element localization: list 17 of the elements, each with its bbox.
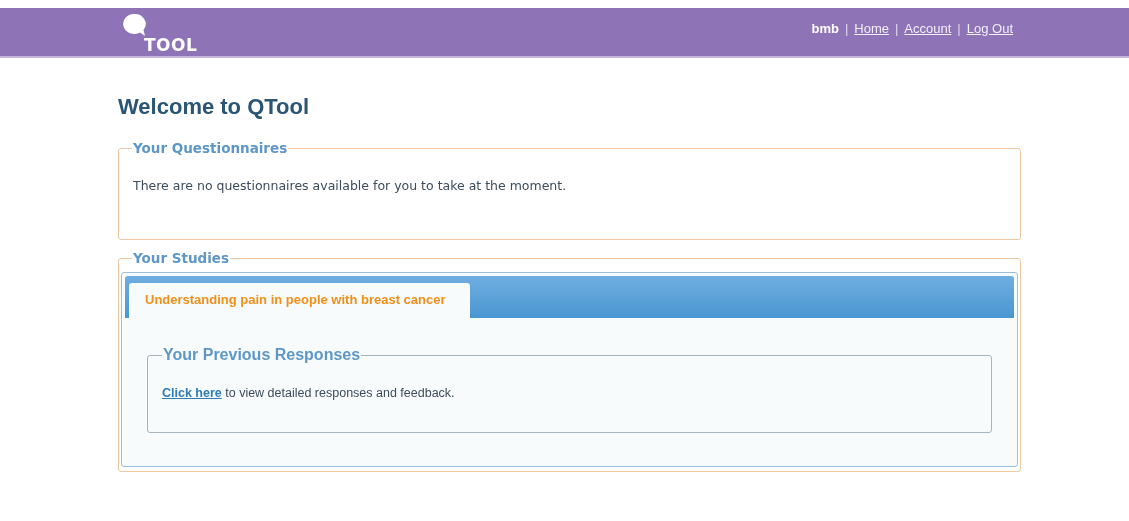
panel-legend: Your Previous Responses: [162, 346, 362, 364]
responses-text: Click here to view detailed responses and feedback.: [162, 386, 456, 400]
click-here-link[interactable]: Click here: [162, 386, 222, 400]
nav-link[interactable]: Account: [904, 20, 952, 36]
speech-bubble-icon: [122, 13, 146, 37]
separator: |: [957, 20, 961, 36]
panel-legend: Your Questionnaires: [132, 140, 289, 156]
username: bmb: [811, 20, 839, 36]
logo-text: TOOL: [144, 35, 198, 55]
panel-legend: Your Studies: [132, 250, 231, 266]
separator: |: [844, 20, 849, 36]
nav-link[interactable]: Home: [854, 20, 889, 36]
nav-link[interactable]: Log Out: [966, 20, 1013, 36]
empty-message: There are no questionnaires available for you to take at the moment.: [133, 178, 568, 193]
page-title: Welcome to QTool: [118, 94, 311, 120]
separator: |: [894, 20, 899, 36]
study-tab[interactable]: Understanding pain in people with breast cancer: [129, 283, 470, 318]
